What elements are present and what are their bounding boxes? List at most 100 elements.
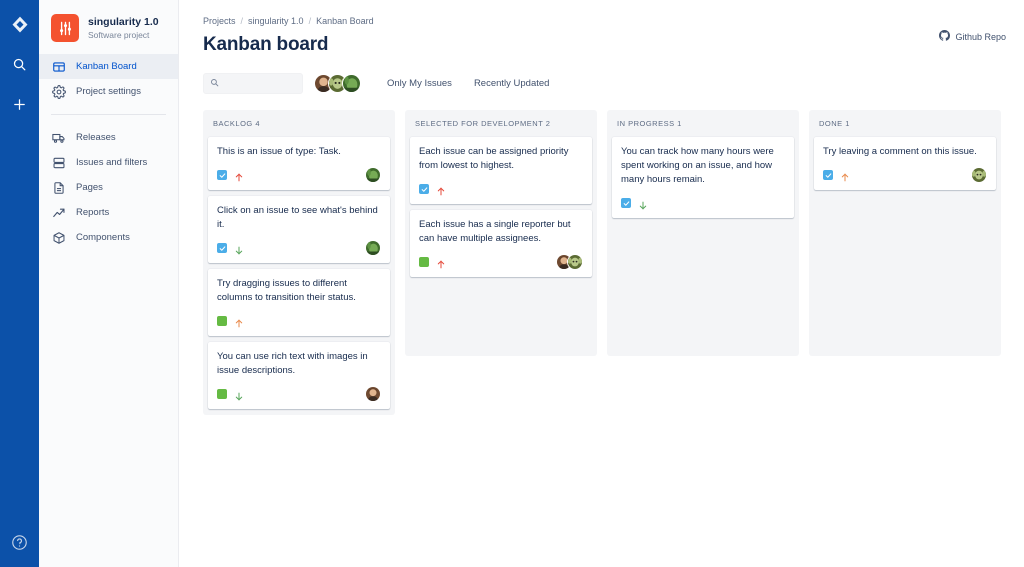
card-issue[interactable]: Try dragging issues to different columns… [208, 269, 390, 336]
column-backlog: BACKLOG 4 This is an issue of type: Task… [203, 110, 395, 415]
board-filters: Only My Issues Recently Updated [387, 78, 549, 89]
breadcrumb: Projects / singularity 1.0 / Kanban Boar… [203, 14, 1006, 28]
arrow-up-icon [436, 184, 446, 195]
breadcrumb-current: Kanban Board [316, 16, 374, 26]
card-avatars [365, 167, 381, 183]
project-type: Software project [88, 29, 150, 40]
avatar-assignee-2[interactable] [567, 254, 583, 270]
sidebar-item-releases[interactable]: Releases [39, 125, 178, 150]
sidebar-item-label: Reports [76, 207, 110, 218]
project-header[interactable]: singularity 1.0 Software project [39, 12, 178, 42]
arrow-up-icon [234, 170, 244, 181]
sidebar-item-label: Issues and filters [76, 157, 148, 168]
help-circle-icon[interactable] [9, 531, 31, 553]
card-icons [419, 257, 446, 268]
card-title: Each issue can be assigned priority from… [419, 146, 569, 171]
issues-icon [51, 155, 66, 170]
trend-up-icon [51, 205, 66, 220]
sidebar-item-label: Components [76, 232, 130, 243]
card-footer [217, 240, 381, 256]
card-avatars [556, 254, 583, 270]
avatar-assignee[interactable] [365, 167, 381, 183]
search-input[interactable] [224, 78, 296, 88]
card-title: Click on an issue to see what's behind i… [217, 205, 378, 230]
card-title: Try dragging issues to different columns… [217, 278, 356, 303]
truck-icon [51, 130, 66, 145]
card-issue[interactable]: Try leaving a comment on this issue. [814, 137, 996, 190]
arrow-up-icon [436, 257, 446, 268]
card-avatars [365, 240, 381, 256]
card-issue[interactable]: This is an issue of type: Task. [208, 137, 390, 190]
avatar-assignee[interactable] [365, 240, 381, 256]
sidebar-item-pages[interactable]: Pages [39, 175, 178, 200]
sidebar-item-project-settings[interactable]: Project settings [39, 79, 178, 104]
board-icon [51, 59, 66, 74]
sidebar-item-label: Kanban Board [76, 61, 137, 72]
avatar-assignee[interactable] [365, 386, 381, 402]
global-nav-rail [0, 0, 39, 567]
sidebar-item-components[interactable]: Components [39, 225, 178, 250]
column-header: IN PROGRESS 1 [617, 119, 682, 128]
page-title: Kanban board [203, 34, 329, 55]
sidebar-divider [51, 114, 166, 115]
sidebar-item-kanban-board[interactable]: Kanban Board [39, 54, 178, 79]
card-issue[interactable]: Each issue can be assigned priority from… [410, 137, 592, 204]
card-issue[interactable]: You can track how many hours were spent … [612, 137, 794, 218]
app-root: singularity 1.0 Software project Kanban … [0, 0, 1024, 567]
sidebar-item-issues-and-filters[interactable]: Issues and filters [39, 150, 178, 175]
sidebar-item-reports[interactable]: Reports [39, 200, 178, 225]
arrow-down-icon [234, 389, 244, 400]
column-header: DONE 1 [819, 119, 850, 128]
card-footer [217, 386, 381, 402]
main-content: Github Repo Projects / singularity 1.0 /… [179, 0, 1024, 567]
card-footer [621, 195, 785, 211]
sidebar-item-label: Releases [76, 132, 116, 143]
search-box[interactable] [203, 72, 303, 94]
card-footer [823, 167, 987, 183]
search-icon[interactable] [8, 52, 32, 76]
column-in-progress: IN PROGRESS 1 You can track how many hou… [607, 110, 799, 356]
card-avatars [971, 167, 987, 183]
breadcrumb-separator: / [308, 16, 312, 26]
task-checkbox-icon [621, 198, 631, 208]
breadcrumb-project[interactable]: singularity 1.0 [248, 16, 304, 26]
sidebar-item-label: Project settings [76, 86, 141, 97]
card-issue[interactable]: You can use rich text with images in iss… [208, 342, 390, 409]
sidebar-item-label: Pages [76, 182, 103, 193]
column-header: BACKLOG 4 [213, 119, 261, 128]
card-icons [823, 170, 850, 181]
project-sidebar: singularity 1.0 Software project Kanban … [39, 0, 179, 567]
card-icons [621, 198, 648, 209]
breadcrumb-projects[interactable]: Projects [203, 16, 236, 26]
card-footer [217, 313, 381, 329]
card-issue[interactable]: Click on an issue to see what's behind i… [208, 196, 390, 263]
card-footer [419, 181, 583, 197]
card-icons [217, 316, 244, 327]
jira-diamond-logo-icon[interactable] [9, 14, 31, 36]
task-checkbox-icon [217, 170, 227, 180]
project-name: singularity 1.0 [88, 15, 159, 28]
filter-only-my-issues[interactable]: Only My Issues [387, 78, 452, 89]
card-title: Each issue has a single reporter but can… [419, 219, 571, 244]
board-avatars [314, 73, 361, 93]
story-square-icon [419, 257, 429, 267]
arrow-down-icon [234, 243, 244, 254]
gear-icon [51, 84, 66, 99]
story-square-icon [217, 389, 227, 399]
card-icons [419, 184, 446, 195]
github-repo-link[interactable]: Github Repo [939, 30, 1006, 43]
avatar-user-3[interactable] [342, 73, 361, 93]
plus-icon[interactable] [8, 92, 32, 116]
story-square-icon [217, 316, 227, 326]
github-icon [939, 30, 951, 43]
box-icon [51, 230, 66, 245]
filter-recently-updated[interactable]: Recently Updated [474, 78, 550, 89]
card-icons [217, 389, 244, 400]
breadcrumb-separator: / [240, 16, 244, 26]
kanban-board: BACKLOG 4 This is an issue of type: Task… [203, 110, 1006, 415]
sliders-icon [51, 14, 79, 42]
card-issue[interactable]: Each issue has a single reporter but can… [410, 210, 592, 277]
avatar-assignee[interactable] [971, 167, 987, 183]
card-footer [217, 167, 381, 183]
github-repo-label: Github Repo [955, 31, 1006, 42]
